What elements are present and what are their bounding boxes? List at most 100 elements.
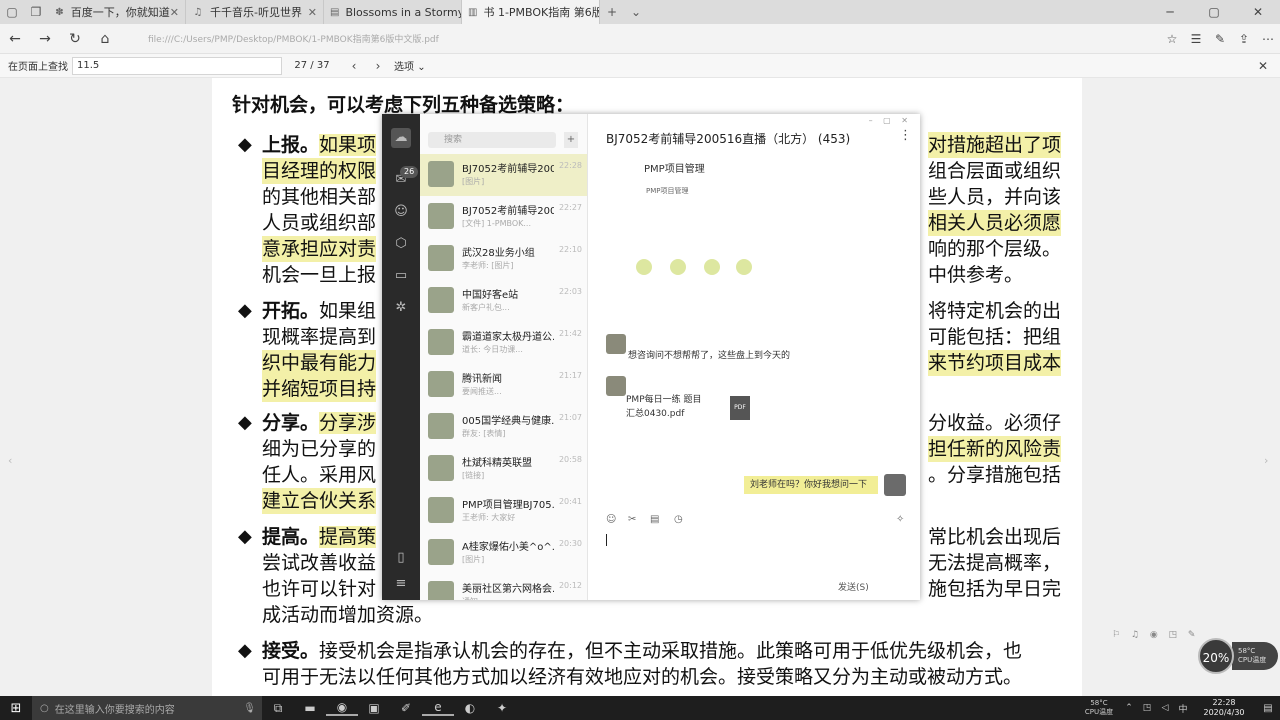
conversation-item[interactable]: 杜斌科精英联盟 20:58 [链接] (420, 448, 587, 490)
close-icon[interactable]: ✕ (170, 6, 179, 19)
tab-actions-icon[interactable]: ▢ (0, 0, 24, 24)
clock-time: 22:28 (1212, 698, 1236, 707)
sketch-app-icon[interactable]: ✐ (390, 701, 422, 715)
find-prev-icon[interactable]: ‹ (342, 59, 366, 73)
conversation-item[interactable]: 中国好客e站 22:03 新客户礼包... (420, 280, 587, 322)
cube-icon[interactable]: ⬡ (391, 234, 411, 254)
task-view-icon[interactable]: ⧉ (262, 701, 294, 716)
volume-icon[interactable]: ◁ (1156, 703, 1174, 713)
share-icon[interactable]: ⇪ (1232, 32, 1256, 46)
chevron-down-icon[interactable]: ⌄ (624, 0, 648, 24)
conversation-item[interactable]: PMP项目管理BJ705... 20:41 王老师: 大家好 (420, 490, 587, 532)
find-next-icon[interactable]: › (366, 59, 390, 73)
screenshot-icon[interactable]: ✂ (628, 514, 636, 525)
tab-pmbok[interactable]: ▥ 书 1-PMBOK指南 第6版 ✕ (462, 0, 600, 24)
edge-icon[interactable]: e (422, 700, 454, 716)
network-icon[interactable]: ◳ (1138, 703, 1156, 713)
file-message[interactable]: PMP每日一练 题目 汇总0430.pdf PDF (626, 392, 750, 438)
folder-icon[interactable]: ▭ (391, 266, 411, 286)
favorite-star-icon[interactable]: ☆ (1160, 32, 1184, 46)
new-tab-button[interactable]: + (600, 0, 624, 24)
gift-icon[interactable]: ✧ (896, 514, 904, 525)
conversation-item[interactable]: 005国学经典与健康... 21:07 群友: [表情] (420, 406, 587, 448)
doc-line: 建立合伙关系 (262, 488, 377, 514)
widget-toolbar[interactable]: ⚐ ♫ ◉ ◳ ✎ (1112, 630, 1199, 640)
refresh-icon[interactable]: ↻ (60, 24, 90, 54)
add-button[interactable]: + (564, 132, 578, 148)
search-input[interactable]: 搜索 (428, 132, 556, 148)
doc-line: 意承担应对责 (262, 236, 377, 262)
conversation-item[interactable]: BJ7052考前辅导200... 22:28 [图片] (420, 154, 587, 196)
cpu-label: CPU温度 (1238, 656, 1267, 664)
mic-icon[interactable]: 🎙 (243, 703, 256, 714)
page-next-icon[interactable]: › (1264, 454, 1268, 467)
qq-app-icon[interactable]: ◉ (326, 700, 358, 716)
doc-line: 目经理的权限 (262, 158, 377, 184)
conversation-item[interactable]: 霸道道家太极丹道公... 21:42 道长: 今日功课... (420, 322, 587, 364)
chat-window-controls[interactable]: – ▢ ✕ (869, 116, 912, 125)
back-arrow-icon[interactable]: ← (0, 24, 30, 54)
file-explorer-icon[interactable]: ▬ (294, 701, 326, 715)
phone-icon[interactable]: ▯ (391, 548, 411, 568)
tool-app-icon[interactable]: ✦ (486, 701, 518, 715)
conversation-item[interactable]: 武汉28业务小组 22:10 李老师: [图片] (420, 238, 587, 280)
shared-card[interactable]: PMP项目管理 PMP项目管理 (628, 154, 778, 304)
url-field[interactable]: file:///C:/Users/PMP/Desktop/PMBOK/1-PMB… (136, 28, 1116, 50)
conversation-item[interactable]: 美丽社区第六网格会... 20:12 通知... (420, 574, 587, 600)
close-icon[interactable]: ✕ (308, 6, 317, 19)
close-find-icon[interactable]: ✕ (1258, 59, 1268, 73)
file-icon[interactable]: ▤ (650, 514, 659, 525)
emoji-icon[interactable]: ☺ (606, 514, 616, 525)
tab-qianqian[interactable]: ♫ 千千音乐-听见世界 ✕ (186, 0, 324, 24)
conversation-time: 21:07 (558, 413, 582, 422)
avatar[interactable]: ☁ (391, 128, 411, 148)
cpu-widget[interactable]: 58°C CPU温度 20% (1198, 636, 1280, 676)
media-app-icon[interactable]: ◐ (454, 701, 486, 715)
doc-text: 如果项 (319, 134, 377, 156)
avatar (428, 497, 454, 523)
home-icon[interactable]: ⌂ (90, 24, 120, 54)
tray-arrow-icon[interactable]: ⌃ (1120, 703, 1138, 713)
conversation-name: 美丽社区第六网格会... (462, 584, 554, 595)
settings-icon[interactable]: ✲ (391, 298, 411, 318)
conversation-name: A桂家爆佑小美^o^... (462, 542, 554, 553)
taskbar-search-placeholder: 在这里输入你要搜索的内容 (54, 704, 175, 716)
back-tabs-icon[interactable]: ❐ (24, 0, 48, 24)
message-input[interactable] (606, 534, 607, 546)
forward-arrow-icon[interactable]: → (30, 24, 60, 54)
conversation-item[interactable]: BJ7052考前辅导200... 22:27 [文件] 1-PMBOK... (420, 196, 587, 238)
menu-icon[interactable]: ≡ (391, 574, 411, 594)
conversation-item[interactable]: A桂家爆佑小美^o^... 20:30 [图片] (420, 532, 587, 574)
favorites-list-icon[interactable]: ☰ (1184, 32, 1208, 46)
contacts-icon[interactable]: ☺ (391, 202, 411, 222)
history-icon[interactable]: ◷ (674, 514, 683, 525)
find-options-button[interactable]: 选项 ⌄ (394, 58, 426, 73)
minimize-icon[interactable]: ─ (1148, 0, 1192, 24)
tab-baidu[interactable]: ✽ 百度一下，你就知道 ✕ (48, 0, 186, 24)
send-button[interactable]: 发送(S) (838, 580, 869, 593)
find-input[interactable]: 11.5 (72, 56, 282, 75)
pdf-icon: ▥ (468, 6, 478, 18)
avatar[interactable] (884, 474, 906, 496)
conversation-preview: [链接] (462, 471, 485, 480)
avatar[interactable] (606, 376, 626, 396)
pen-icon[interactable]: ✎ (1208, 32, 1232, 46)
notification-icon[interactable]: ▤ (1256, 703, 1280, 714)
maximize-icon[interactable]: ▢ (1192, 0, 1236, 24)
more-icon[interactable]: ⋮ (899, 128, 912, 143)
ime-icon[interactable]: 中 (1174, 702, 1192, 715)
more-icon[interactable]: ⋯ (1256, 32, 1280, 46)
tray-cpu-temp[interactable]: 58°C CPU温度 (1078, 699, 1120, 717)
clock[interactable]: 22:28 2020/4/30 (1192, 698, 1256, 718)
doc-line: 并缩短项目持 (262, 376, 377, 402)
start-icon[interactable]: ⊞ (0, 701, 32, 716)
conversation-item[interactable]: 腾讯新闻 21:17 要闻推送... (420, 364, 587, 406)
page-prev-icon[interactable]: ‹ (8, 454, 12, 467)
avatar[interactable] (606, 334, 626, 354)
close-window-icon[interactable]: ✕ (1236, 0, 1280, 24)
doc-line: 分享。分享涉 (262, 410, 377, 436)
taskbar-search[interactable]: ○ 在这里输入你要搜索的内容 🎙 (32, 696, 262, 720)
doc-text: 分享涉 (319, 412, 377, 434)
tab-blossoms[interactable]: ▤ Blossoms in a Stormy Night ✕ (324, 0, 462, 24)
document-app-icon[interactable]: ▣ (358, 701, 390, 715)
